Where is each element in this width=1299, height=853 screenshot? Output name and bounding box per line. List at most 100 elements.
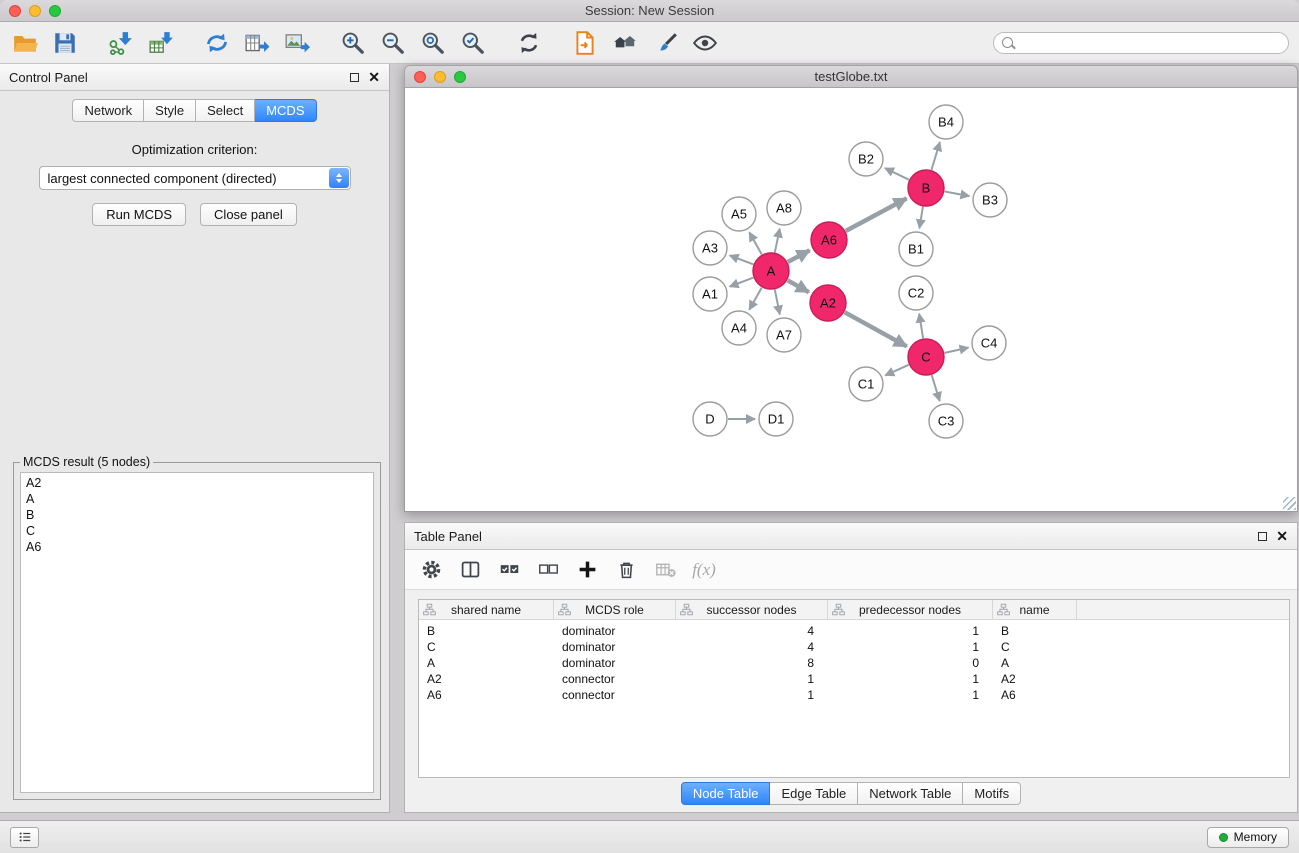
table-cell[interactable]: 4 bbox=[676, 640, 828, 654]
table-cell[interactable]: 1 bbox=[828, 624, 993, 638]
table-cell[interactable]: connector bbox=[554, 688, 676, 702]
graph-node-B[interactable]: B bbox=[908, 170, 944, 206]
table-cell[interactable]: B bbox=[419, 624, 554, 638]
tab-network-table[interactable]: Network Table bbox=[858, 782, 963, 805]
table-row[interactable]: Cdominator41C bbox=[419, 639, 1289, 655]
open-file-icon[interactable] bbox=[10, 28, 40, 58]
minimize-network-window-button[interactable] bbox=[434, 71, 446, 83]
table-cell[interactable]: 0 bbox=[828, 656, 993, 670]
refresh-view-icon[interactable] bbox=[514, 28, 544, 58]
select-all-icon[interactable] bbox=[497, 558, 521, 582]
table-cell[interactable]: A bbox=[419, 656, 554, 670]
gear-icon[interactable] bbox=[419, 558, 443, 582]
graph-node-A4[interactable]: A4 bbox=[722, 311, 756, 345]
graph-node-C4[interactable]: C4 bbox=[972, 326, 1006, 360]
import-table-icon[interactable] bbox=[146, 28, 176, 58]
delete-table-icon[interactable] bbox=[653, 558, 677, 582]
mcds-result-item[interactable]: C bbox=[26, 523, 368, 539]
style-brush-icon[interactable] bbox=[650, 28, 680, 58]
zoom-selected-icon[interactable] bbox=[458, 28, 488, 58]
import-network-icon[interactable] bbox=[106, 28, 136, 58]
export-image-icon[interactable] bbox=[282, 28, 312, 58]
export-table-icon[interactable] bbox=[242, 28, 272, 58]
zoom-out-icon[interactable] bbox=[378, 28, 408, 58]
column-layout-icon[interactable] bbox=[458, 558, 482, 582]
table-cell[interactable]: C bbox=[419, 640, 554, 654]
column-header-MCDS-role[interactable]: MCDS role bbox=[554, 600, 676, 619]
table-row[interactable]: Adominator80A bbox=[419, 655, 1289, 671]
graph-node-C3[interactable]: C3 bbox=[929, 404, 963, 438]
float-panel-icon[interactable] bbox=[350, 73, 359, 82]
tab-edge-table[interactable]: Edge Table bbox=[770, 782, 858, 805]
graph-node-B3[interactable]: B3 bbox=[973, 183, 1007, 217]
run-mcds-button[interactable]: Run MCDS bbox=[92, 203, 186, 226]
tab-select[interactable]: Select bbox=[196, 99, 255, 122]
table-cell[interactable]: C bbox=[993, 640, 1077, 654]
graph-node-A6[interactable]: A6 bbox=[811, 222, 847, 258]
column-header-successor-nodes[interactable]: successor nodes bbox=[676, 600, 828, 619]
graph-node-A5[interactable]: A5 bbox=[722, 197, 756, 231]
tab-network[interactable]: Network bbox=[72, 99, 144, 122]
optimization-criterion-select[interactable]: largest connected component (directed) bbox=[39, 166, 351, 190]
table-row[interactable]: Bdominator41B bbox=[419, 623, 1289, 639]
mcds-result-item[interactable]: A bbox=[26, 491, 368, 507]
graph-node-C2[interactable]: C2 bbox=[899, 276, 933, 310]
graph-node-A[interactable]: A bbox=[753, 253, 789, 289]
close-window-button[interactable] bbox=[9, 5, 21, 17]
table-cell[interactable]: dominator bbox=[554, 656, 676, 670]
table-cell[interactable]: A6 bbox=[419, 688, 554, 702]
table-cell[interactable]: 4 bbox=[676, 624, 828, 638]
zoom-in-icon[interactable] bbox=[338, 28, 368, 58]
tab-motifs[interactable]: Motifs bbox=[963, 782, 1021, 805]
table-cell[interactable]: connector bbox=[554, 672, 676, 686]
delete-row-icon[interactable] bbox=[614, 558, 638, 582]
search-input[interactable] bbox=[1019, 36, 1280, 50]
graph-node-C[interactable]: C bbox=[908, 339, 944, 375]
table-cell[interactable]: A bbox=[993, 656, 1077, 670]
table-cell[interactable]: dominator bbox=[554, 624, 676, 638]
column-header-predecessor-nodes[interactable]: predecessor nodes bbox=[828, 600, 993, 619]
table-cell[interactable]: A6 bbox=[993, 688, 1077, 702]
zoom-window-button[interactable] bbox=[49, 5, 61, 17]
tab-node-table[interactable]: Node Table bbox=[681, 782, 771, 805]
close-table-panel-icon[interactable]: ✕ bbox=[1276, 529, 1288, 543]
tab-style[interactable]: Style bbox=[144, 99, 196, 122]
table-row[interactable]: A2connector11A2 bbox=[419, 671, 1289, 687]
table-cell[interactable]: 1 bbox=[828, 672, 993, 686]
mcds-result-item[interactable]: A2 bbox=[26, 475, 368, 491]
graph-node-B1[interactable]: B1 bbox=[899, 232, 933, 266]
table-cell[interactable]: 1 bbox=[828, 640, 993, 654]
table-cell[interactable]: 8 bbox=[676, 656, 828, 670]
mcds-result-item[interactable]: A6 bbox=[26, 539, 368, 555]
import-document-icon[interactable] bbox=[570, 28, 600, 58]
column-header-name[interactable]: name bbox=[993, 600, 1077, 619]
table-cell[interactable]: dominator bbox=[554, 640, 676, 654]
add-row-icon[interactable] bbox=[575, 558, 599, 582]
graph-node-B4[interactable]: B4 bbox=[929, 105, 963, 139]
graph-node-A3[interactable]: A3 bbox=[693, 231, 727, 265]
mcds-result-list[interactable]: A2ABCA6 bbox=[20, 472, 374, 793]
close-panel-button[interactable]: Close panel bbox=[200, 203, 297, 226]
float-table-panel-icon[interactable] bbox=[1258, 532, 1267, 541]
save-session-icon[interactable] bbox=[50, 28, 80, 58]
memory-button[interactable]: Memory bbox=[1207, 827, 1289, 848]
table-cell[interactable]: B bbox=[993, 624, 1077, 638]
mcds-result-item[interactable]: B bbox=[26, 507, 368, 523]
table-cell[interactable]: A2 bbox=[993, 672, 1077, 686]
close-panel-icon[interactable]: ✕ bbox=[368, 70, 380, 84]
tab-mcds[interactable]: MCDS bbox=[255, 99, 316, 122]
graph-node-A7[interactable]: A7 bbox=[767, 318, 801, 352]
table-cell[interactable]: 1 bbox=[676, 688, 828, 702]
show-details-eye-icon[interactable] bbox=[690, 28, 720, 58]
graph-node-B2[interactable]: B2 bbox=[849, 142, 883, 176]
function-builder-icon[interactable]: f(x) bbox=[692, 558, 716, 582]
graph-node-A8[interactable]: A8 bbox=[767, 191, 801, 225]
graph-node-A1[interactable]: A1 bbox=[693, 277, 727, 311]
table-cell[interactable]: 1 bbox=[676, 672, 828, 686]
table-cell[interactable]: A2 bbox=[419, 672, 554, 686]
graph-node-A2[interactable]: A2 bbox=[810, 285, 846, 321]
graph-node-D1[interactable]: D1 bbox=[759, 402, 793, 436]
graph-node-D[interactable]: D bbox=[693, 402, 727, 436]
zoom-fit-icon[interactable] bbox=[418, 28, 448, 58]
zoom-network-window-button[interactable] bbox=[454, 71, 466, 83]
